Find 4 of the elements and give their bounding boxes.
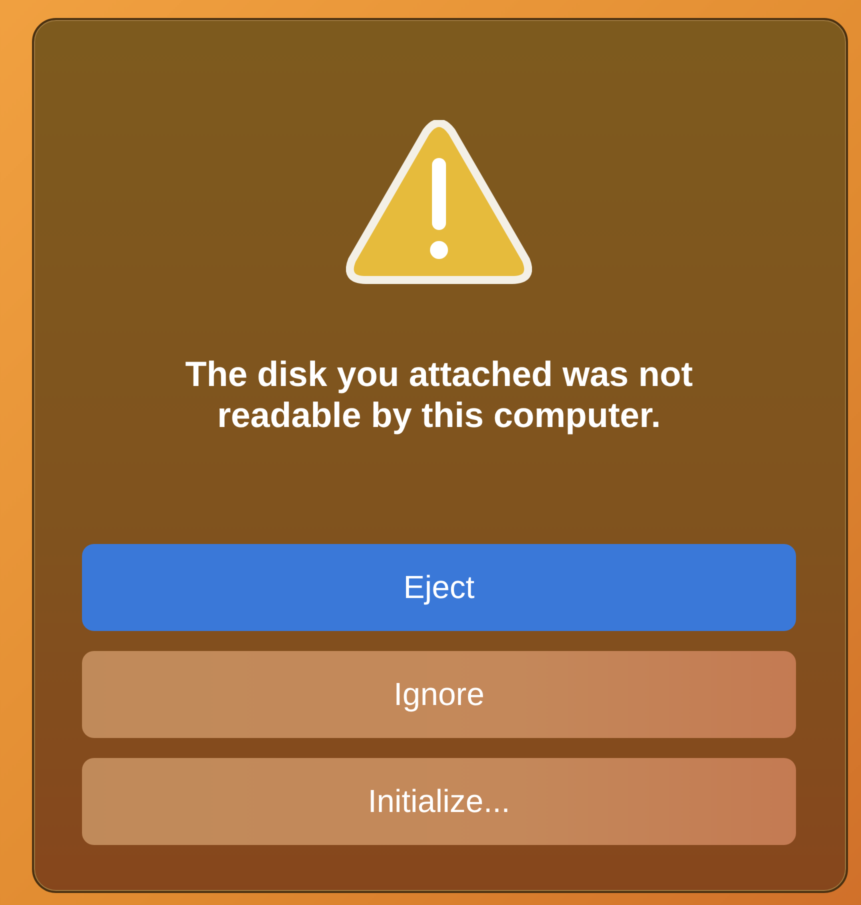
dialog-button[interactable]: Initialize... <box>82 758 796 845</box>
dialog-button[interactable]: Eject <box>82 544 796 631</box>
alert-message: The disk you attached was not readable by this computer. <box>184 354 694 436</box>
dialog-button[interactable]: Ignore <box>82 651 796 738</box>
